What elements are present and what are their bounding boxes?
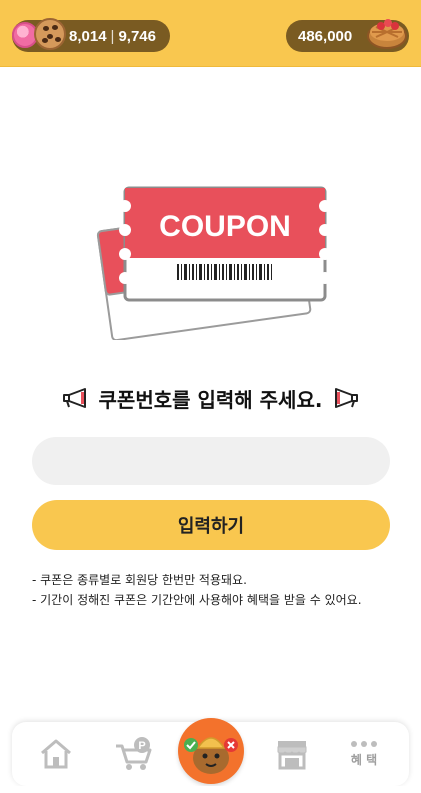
svg-text:P: P: [138, 740, 145, 752]
nav-benefits-label: 혜 택: [350, 752, 378, 767]
megaphone-icon: [335, 388, 359, 408]
coupon-notes: - 쿠폰은 종류별로 회원당 한번만 적용돼요. - 기간이 정해진 쿠폰은 기…: [32, 570, 402, 610]
note-item: - 쿠폰은 종류별로 회원당 한번만 적용돼요.: [32, 573, 247, 587]
chestnut-game-icon: [184, 737, 238, 774]
coupon-prompt: 쿠폰번호를 입력해 주세요.: [0, 380, 421, 416]
coupon-illustration: COUPON: [96, 186, 331, 340]
front-ticket: COUPON: [119, 186, 331, 302]
pie-count: 486,000: [298, 27, 353, 45]
candy-count: 8,014: [69, 27, 107, 45]
bottom-safe-area: [0, 786, 421, 793]
coupon-code-input[interactable]: [32, 437, 390, 485]
megaphone-icon: [62, 388, 86, 408]
nav-point-shop[interactable]: P: [104, 722, 164, 786]
nav-store[interactable]: [262, 722, 322, 786]
nav-home[interactable]: [26, 722, 86, 786]
prompt-text: 쿠폰번호를 입력해 주세요.: [98, 387, 323, 412]
top-bar: 8,014 | 9,746 486,000: [0, 0, 421, 67]
center-game-button[interactable]: [178, 718, 244, 784]
point-cart-icon: P: [116, 737, 152, 770]
coupon-ticket-text: COUPON: [159, 210, 291, 243]
submit-coupon-button[interactable]: 입력하기: [32, 500, 390, 550]
cookie-count: 9,746: [118, 27, 156, 45]
pie-icon: [367, 19, 407, 49]
note-item: - 기간이 정해진 쿠폰은 기간안에 사용해야 혜택을 받을 수 있어요.: [32, 593, 362, 607]
more-icon: [351, 740, 377, 747]
balance-separator: |: [110, 27, 115, 45]
home-icon: [41, 739, 71, 769]
bottom-nav: P 혜 택: [12, 718, 409, 786]
store-icon: [277, 741, 307, 770]
nav-benefits[interactable]: 혜 택: [334, 722, 394, 786]
chocolate-chip-cookie-icon: [34, 18, 66, 50]
